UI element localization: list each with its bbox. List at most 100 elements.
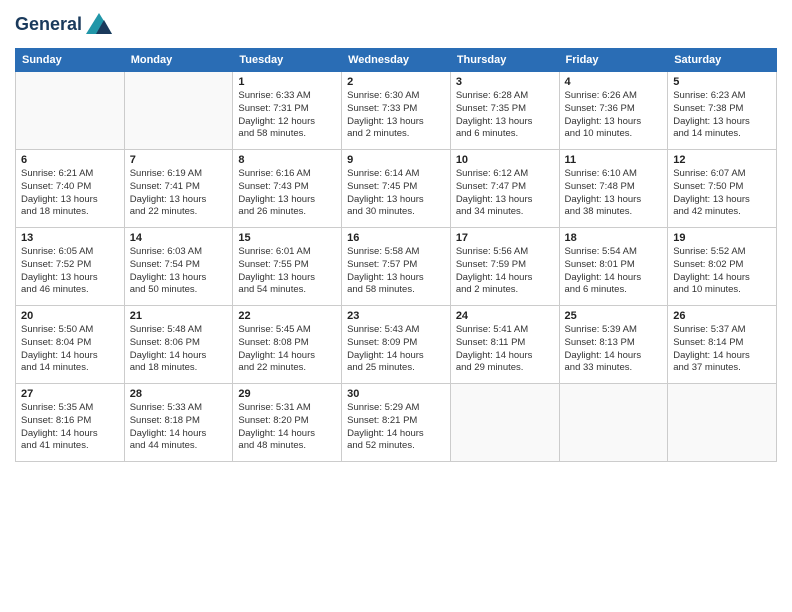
weekday-header: Friday bbox=[559, 49, 668, 72]
calendar-week-row: 6 Sunrise: 6:21 AMSunset: 7:40 PMDaylight… bbox=[16, 150, 777, 228]
day-number: 3 bbox=[456, 76, 554, 88]
logo: General bbox=[15, 10, 114, 40]
day-info: Sunrise: 5:54 AMSunset: 8:01 PMDaylight:… bbox=[565, 246, 663, 297]
page: General SundayMondayTuesdayWednesdayThur… bbox=[0, 0, 792, 612]
day-info: Sunrise: 6:16 AMSunset: 7:43 PMDaylight:… bbox=[238, 168, 336, 219]
calendar-week-row: 1 Sunrise: 6:33 AMSunset: 7:31 PMDaylight… bbox=[16, 72, 777, 150]
day-info: Sunrise: 6:03 AMSunset: 7:54 PMDaylight:… bbox=[130, 246, 228, 297]
day-number: 10 bbox=[456, 154, 554, 166]
day-info: Sunrise: 6:28 AMSunset: 7:35 PMDaylight:… bbox=[456, 90, 554, 141]
calendar-cell: 12Sunrise: 6:07 AMSunset: 7:50 PMDayligh… bbox=[668, 150, 777, 228]
calendar-cell: 8 Sunrise: 6:16 AMSunset: 7:43 PMDaylight… bbox=[233, 150, 342, 228]
day-info: Sunrise: 5:48 AMSunset: 8:06 PMDaylight:… bbox=[130, 324, 228, 375]
calendar-week-row: 13Sunrise: 6:05 AMSunset: 7:52 PMDayligh… bbox=[16, 228, 777, 306]
day-number: 14 bbox=[130, 232, 228, 244]
day-info: Sunrise: 5:52 AMSunset: 8:02 PMDaylight:… bbox=[673, 246, 771, 297]
day-info: Sunrise: 5:39 AMSunset: 8:13 PMDaylight:… bbox=[565, 324, 663, 375]
logo-icon bbox=[84, 10, 114, 40]
day-number: 28 bbox=[130, 388, 228, 400]
day-number: 4 bbox=[565, 76, 663, 88]
day-number: 8 bbox=[238, 154, 336, 166]
day-number: 25 bbox=[565, 310, 663, 322]
header: General bbox=[15, 10, 777, 40]
day-info: Sunrise: 6:21 AMSunset: 7:40 PMDaylight:… bbox=[21, 168, 119, 219]
day-info: Sunrise: 5:35 AMSunset: 8:16 PMDaylight:… bbox=[21, 402, 119, 453]
calendar-cell: 19 Sunrise: 5:52 AMSunset: 8:02 PMDayligh… bbox=[668, 228, 777, 306]
day-info: Sunrise: 6:26 AMSunset: 7:36 PMDaylight:… bbox=[565, 90, 663, 141]
calendar-cell: 26 Sunrise: 5:37 AMSunset: 8:14 PMDayligh… bbox=[668, 306, 777, 384]
calendar-cell: 13Sunrise: 6:05 AMSunset: 7:52 PMDayligh… bbox=[16, 228, 125, 306]
calendar-cell: 15 Sunrise: 6:01 AMSunset: 7:55 PMDayligh… bbox=[233, 228, 342, 306]
calendar-cell: 2Sunrise: 6:30 AMSunset: 7:33 PMDaylight… bbox=[342, 72, 451, 150]
day-number: 30 bbox=[347, 388, 445, 400]
day-number: 27 bbox=[21, 388, 119, 400]
calendar-week-row: 20 Sunrise: 5:50 AMSunset: 8:04 PMDayligh… bbox=[16, 306, 777, 384]
calendar-cell: 18 Sunrise: 5:54 AMSunset: 8:01 PMDayligh… bbox=[559, 228, 668, 306]
calendar-cell: 5 Sunrise: 6:23 AMSunset: 7:38 PMDaylight… bbox=[668, 72, 777, 150]
day-number: 21 bbox=[130, 310, 228, 322]
weekday-header: Monday bbox=[124, 49, 233, 72]
calendar-cell bbox=[668, 384, 777, 462]
calendar-cell bbox=[450, 384, 559, 462]
calendar-cell: 29Sunrise: 5:31 AMSunset: 8:20 PMDayligh… bbox=[233, 384, 342, 462]
logo-text: General bbox=[15, 15, 82, 35]
day-info: Sunrise: 6:14 AMSunset: 7:45 PMDaylight:… bbox=[347, 168, 445, 219]
calendar-cell: 30 Sunrise: 5:29 AMSunset: 8:21 PMDayligh… bbox=[342, 384, 451, 462]
calendar-cell: 28 Sunrise: 5:33 AMSunset: 8:18 PMDayligh… bbox=[124, 384, 233, 462]
calendar-cell: 1 Sunrise: 6:33 AMSunset: 7:31 PMDaylight… bbox=[233, 72, 342, 150]
day-number: 1 bbox=[238, 76, 336, 88]
day-number: 5 bbox=[673, 76, 771, 88]
calendar: SundayMondayTuesdayWednesdayThursdayFrid… bbox=[15, 48, 777, 462]
day-info: Sunrise: 5:33 AMSunset: 8:18 PMDaylight:… bbox=[130, 402, 228, 453]
calendar-cell: 17 Sunrise: 5:56 AMSunset: 7:59 PMDayligh… bbox=[450, 228, 559, 306]
day-info: Sunrise: 6:10 AMSunset: 7:48 PMDaylight:… bbox=[565, 168, 663, 219]
day-info: Sunrise: 6:05 AMSunset: 7:52 PMDaylight:… bbox=[21, 246, 119, 297]
calendar-cell: 27 Sunrise: 5:35 AMSunset: 8:16 PMDayligh… bbox=[16, 384, 125, 462]
weekday-header: Saturday bbox=[668, 49, 777, 72]
calendar-cell: 11 Sunrise: 6:10 AMSunset: 7:48 PMDayligh… bbox=[559, 150, 668, 228]
calendar-cell: 25 Sunrise: 5:39 AMSunset: 8:13 PMDayligh… bbox=[559, 306, 668, 384]
day-number: 17 bbox=[456, 232, 554, 244]
day-info: Sunrise: 6:23 AMSunset: 7:38 PMDaylight:… bbox=[673, 90, 771, 141]
day-number: 24 bbox=[456, 310, 554, 322]
day-info: Sunrise: 6:19 AMSunset: 7:41 PMDaylight:… bbox=[130, 168, 228, 219]
day-info: Sunrise: 6:30 AMSunset: 7:33 PMDaylight:… bbox=[347, 90, 445, 141]
day-number: 20 bbox=[21, 310, 119, 322]
day-number: 22 bbox=[238, 310, 336, 322]
calendar-cell: 23Sunrise: 5:43 AMSunset: 8:09 PMDayligh… bbox=[342, 306, 451, 384]
calendar-cell: 9 Sunrise: 6:14 AMSunset: 7:45 PMDaylight… bbox=[342, 150, 451, 228]
day-number: 16 bbox=[347, 232, 445, 244]
day-info: Sunrise: 5:41 AMSunset: 8:11 PMDaylight:… bbox=[456, 324, 554, 375]
calendar-cell: 20 Sunrise: 5:50 AMSunset: 8:04 PMDayligh… bbox=[16, 306, 125, 384]
day-number: 9 bbox=[347, 154, 445, 166]
day-info: Sunrise: 5:50 AMSunset: 8:04 PMDaylight:… bbox=[21, 324, 119, 375]
weekday-header: Wednesday bbox=[342, 49, 451, 72]
day-info: Sunrise: 5:45 AMSunset: 8:08 PMDaylight:… bbox=[238, 324, 336, 375]
day-info: Sunrise: 5:58 AMSunset: 7:57 PMDaylight:… bbox=[347, 246, 445, 297]
day-number: 29 bbox=[238, 388, 336, 400]
day-number: 11 bbox=[565, 154, 663, 166]
weekday-header: Tuesday bbox=[233, 49, 342, 72]
day-number: 19 bbox=[673, 232, 771, 244]
calendar-cell: 4 Sunrise: 6:26 AMSunset: 7:36 PMDaylight… bbox=[559, 72, 668, 150]
calendar-cell: 3 Sunrise: 6:28 AMSunset: 7:35 PMDaylight… bbox=[450, 72, 559, 150]
day-info: Sunrise: 6:01 AMSunset: 7:55 PMDaylight:… bbox=[238, 246, 336, 297]
day-number: 26 bbox=[673, 310, 771, 322]
day-number: 7 bbox=[130, 154, 228, 166]
day-number: 15 bbox=[238, 232, 336, 244]
calendar-cell bbox=[124, 72, 233, 150]
day-info: Sunrise: 5:29 AMSunset: 8:21 PMDaylight:… bbox=[347, 402, 445, 453]
day-number: 18 bbox=[565, 232, 663, 244]
calendar-cell: 14 Sunrise: 6:03 AMSunset: 7:54 PMDayligh… bbox=[124, 228, 233, 306]
day-number: 12 bbox=[673, 154, 771, 166]
day-info: Sunrise: 5:37 AMSunset: 8:14 PMDaylight:… bbox=[673, 324, 771, 375]
day-info: Sunrise: 6:33 AMSunset: 7:31 PMDaylight:… bbox=[238, 90, 336, 141]
day-info: Sunrise: 5:56 AMSunset: 7:59 PMDaylight:… bbox=[456, 246, 554, 297]
calendar-cell: 7 Sunrise: 6:19 AMSunset: 7:41 PMDaylight… bbox=[124, 150, 233, 228]
calendar-cell: 16 Sunrise: 5:58 AMSunset: 7:57 PMDayligh… bbox=[342, 228, 451, 306]
day-info: Sunrise: 5:43 AMSunset: 8:09 PMDaylight:… bbox=[347, 324, 445, 375]
calendar-week-row: 27 Sunrise: 5:35 AMSunset: 8:16 PMDayligh… bbox=[16, 384, 777, 462]
day-number: 6 bbox=[21, 154, 119, 166]
calendar-cell bbox=[16, 72, 125, 150]
day-info: Sunrise: 6:12 AMSunset: 7:47 PMDaylight:… bbox=[456, 168, 554, 219]
